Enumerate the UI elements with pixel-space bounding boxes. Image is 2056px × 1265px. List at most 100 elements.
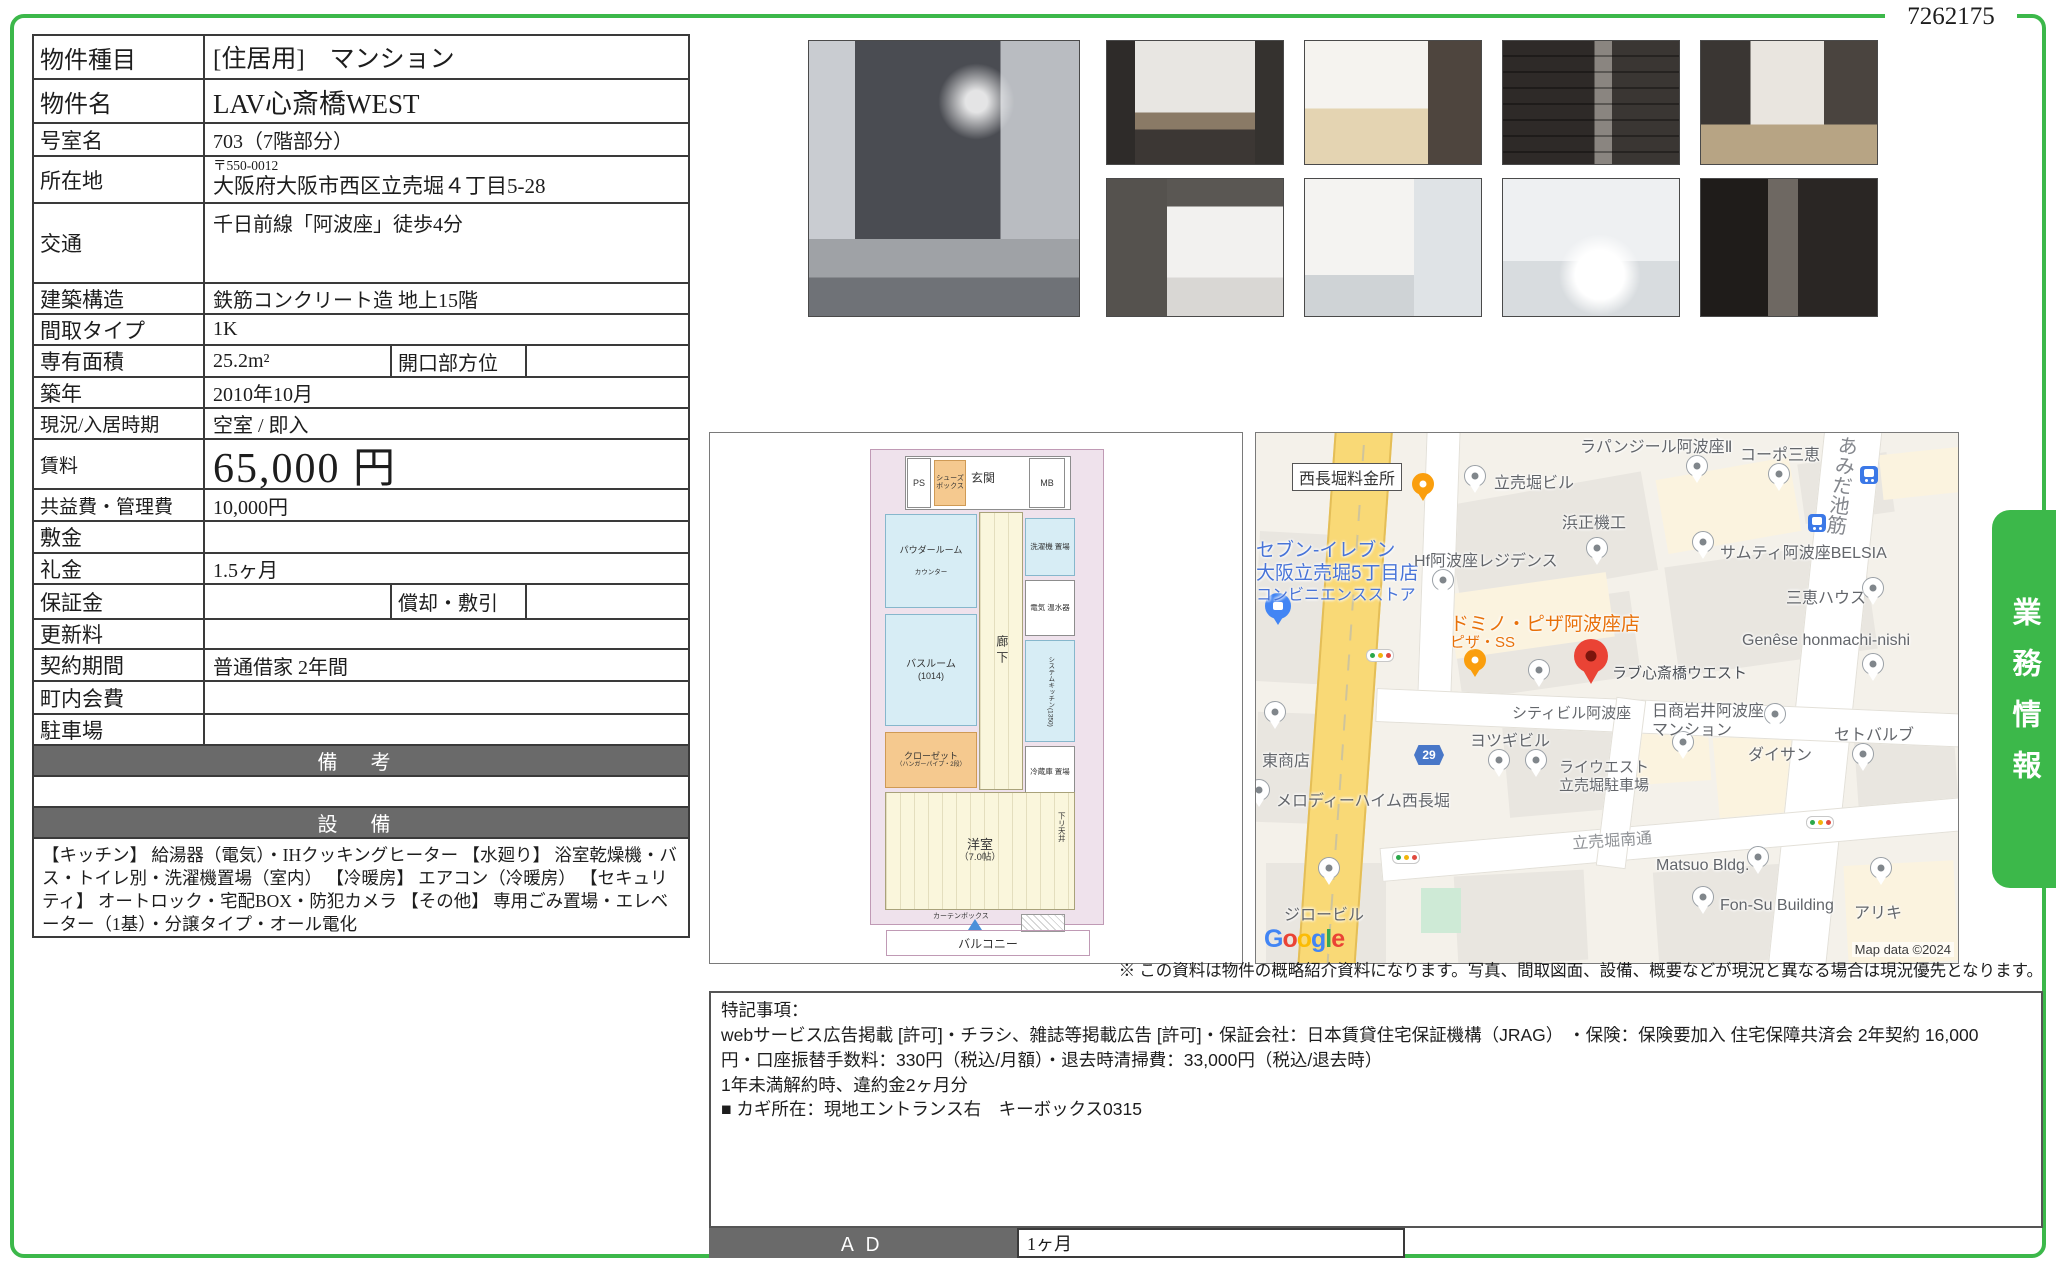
- system-kitchen-label: システムキッチン(1350): [1046, 656, 1053, 727]
- photo-washroom: [1304, 178, 1482, 317]
- table-row: 建築構造 鉄筋コンクリート造 地上15階: [34, 284, 688, 315]
- equipment-text: 【キッチン】 給湯器（電気）・IHクッキングヒーター 【水廻り】 浴室乾燥機・バ…: [34, 839, 688, 936]
- row-value: 1.5ヶ月: [205, 554, 688, 583]
- row-value: 2010年10月: [205, 378, 688, 407]
- entrance-label: 玄関: [971, 472, 995, 485]
- property-table: 物件種目 [住居用] マンション 物件名 LAV心斎橋WEST 号室名 703（…: [32, 34, 690, 938]
- map-label: ジロービル: [1284, 901, 1364, 925]
- photo-entrance-hall: [1106, 40, 1284, 165]
- equipment-row: 【キッチン】 給湯器（電気）・IHクッキングヒーター 【水廻り】 浴室乾燥機・バ…: [34, 839, 688, 936]
- place-pin-icon: [1432, 569, 1454, 591]
- row-label: 交通: [34, 204, 205, 282]
- fridge-space: 冷蔵庫 置場: [1025, 746, 1075, 798]
- map-label: Genêse honmachi-nishi: [1742, 632, 1910, 650]
- table-row: 号室名 703（7階部分）: [34, 124, 688, 157]
- bathroom-size: (1014): [918, 671, 944, 681]
- main-room-label: 洋室: [967, 838, 993, 853]
- special-notes-line: ■ カギ所在：現地エントランス右 キーボックス0315: [721, 1097, 2031, 1122]
- special-notes-box: 特記事項： webサービス広告掲載 [許可]・チラシ、雑誌等掲載広告 [許可]・…: [709, 991, 2043, 1228]
- map-label: コーポ三恵: [1740, 441, 1820, 465]
- photo-room-interior: [1304, 40, 1482, 165]
- map-label-tollgate: 西長堀料金所: [1292, 463, 1402, 491]
- row-value: [205, 522, 688, 552]
- place-pin-icon: [1525, 749, 1547, 771]
- row-value: 鉄筋コンクリート造 地上15階: [205, 284, 688, 313]
- property-location-pin-icon: [1574, 639, 1608, 673]
- counter-label: カウンター: [915, 569, 948, 576]
- system-kitchen: システムキッチン(1350): [1025, 640, 1075, 742]
- row-label: 建築構造: [34, 284, 205, 313]
- map-label: 東商店: [1262, 747, 1310, 771]
- powder-room-label: パウダールーム: [900, 545, 963, 555]
- row-label: 保証金: [34, 585, 205, 618]
- special-notes-title: 特記事項：: [721, 998, 2031, 1023]
- doc-number: 7262175: [1885, 0, 2017, 36]
- closet-label: クローゼット: [904, 751, 958, 761]
- closet: クローゼット （ハンガーパイプ・2段）: [885, 732, 977, 788]
- photo-corridor: [1700, 40, 1878, 165]
- floor-plan-panel: PS シューズ ボックス 玄関 MB パウダールーム カウンター バスルーム (…: [709, 432, 1243, 964]
- map-label: メロディーハイム西長堀: [1276, 787, 1450, 811]
- map-label: シティビル阿波座: [1512, 702, 1631, 723]
- row-value-2: [527, 346, 688, 376]
- map-label-seven-eleven-3: コンビニエンスストア: [1256, 581, 1416, 605]
- route-29-shield: 29: [1414, 745, 1444, 765]
- google-map: 29 西長堀料金所 立売堀ビル 浜正機工 ラパンジール阿波座Ⅱ コーポ三恵 セブ…: [1256, 433, 1958, 963]
- map-label: 立売堀駐車場: [1559, 774, 1649, 795]
- row-label: 現況/入居時期: [34, 409, 205, 438]
- row-value: [205, 620, 688, 648]
- row-value: 千日前線「阿波座」徒歩4分: [205, 204, 688, 282]
- map-label: Hf阿波座レジデンス: [1414, 547, 1558, 571]
- table-row: 共益費・管理費 10,000円: [34, 490, 688, 522]
- special-notes-line: webサービス広告掲載 [許可]・チラシ、雑誌等掲載広告 [許可]・保証会社：日…: [721, 1023, 2031, 1048]
- table-row: 賃料 65,000 円: [34, 440, 688, 490]
- row-value: 〒550-0012 大阪府大阪市西区立売堀４丁目5-28: [205, 157, 688, 202]
- map-label: ダイサン: [1748, 741, 1812, 765]
- place-pin-icon: [1488, 749, 1510, 771]
- row-label: 契約期間: [34, 650, 205, 680]
- row-label-2: 償却・敷引: [392, 585, 527, 618]
- row-label: 駐車場: [34, 715, 205, 744]
- row-label: 所在地: [34, 157, 205, 202]
- row-label: 礼金: [34, 554, 205, 583]
- map-block: [1879, 447, 1958, 500]
- place-pin-icon: [1852, 743, 1874, 765]
- logo-letter: o: [1297, 925, 1311, 953]
- place-pin-icon: [1686, 455, 1708, 477]
- property-flyer-page: 7262175 物件種目 [住居用] マンション 物件名 LAV心斎橋WEST …: [0, 0, 2056, 1265]
- postal-code: 〒550-0012: [213, 159, 680, 174]
- notes-value: [34, 777, 688, 806]
- map-label: ラパンジール阿波座Ⅱ: [1580, 433, 1733, 457]
- row-value: [205, 585, 392, 618]
- business-info-tab: 業務情報: [1992, 510, 2056, 888]
- ad-label: ＡＤ: [709, 1228, 1017, 1258]
- map-block: [1454, 870, 1589, 963]
- address: 大阪府大阪市西区立売堀４丁目5-28: [213, 174, 680, 198]
- row-label: 共益費・管理費: [34, 490, 205, 520]
- transit-station-icon: [1860, 466, 1878, 484]
- hallway-label: 廊下: [994, 635, 1008, 667]
- restaurant-pin-icon: [1412, 473, 1434, 495]
- table-row: 礼金 1.5ヶ月: [34, 554, 688, 585]
- map-attribution: Map data ©2024: [1852, 942, 1954, 957]
- map-label: 三恵ハウス: [1786, 584, 1866, 608]
- map-label: Fon-Su Building: [1720, 897, 1834, 915]
- map-label: 立売堀ビル: [1494, 469, 1574, 493]
- row-label: 賃料: [34, 440, 205, 488]
- logo-letter: G: [1264, 925, 1282, 953]
- lowered-ceiling-label-2: 下リ天井: [1057, 812, 1065, 842]
- pipe-space: PS: [907, 458, 931, 508]
- map-panel: 29 西長堀料金所 立売堀ビル 浜正機工 ラパンジール阿波座Ⅱ コーポ三恵 セブ…: [1255, 432, 1959, 964]
- floor-plan-drawing: PS シューズ ボックス 玄関 MB パウダールーム カウンター バスルーム (…: [870, 449, 1104, 925]
- row-value: [住居用] マンション: [205, 36, 688, 78]
- map-label: セトバルブ: [1834, 721, 1914, 745]
- place-pin-icon: [1264, 701, 1286, 723]
- row-label-2: 開口部方位: [392, 346, 527, 376]
- traffic-light-icon: [1806, 816, 1834, 829]
- notes-section-header: 備 考: [34, 746, 688, 777]
- row-value: 普通借家 2年間: [205, 650, 688, 680]
- photo-bathroom-toilet: [1502, 178, 1680, 317]
- photo-building-exterior: [808, 40, 1080, 317]
- logo-letter: e: [1331, 925, 1344, 953]
- main-room: 洋室 （7.0帖）: [885, 792, 1075, 910]
